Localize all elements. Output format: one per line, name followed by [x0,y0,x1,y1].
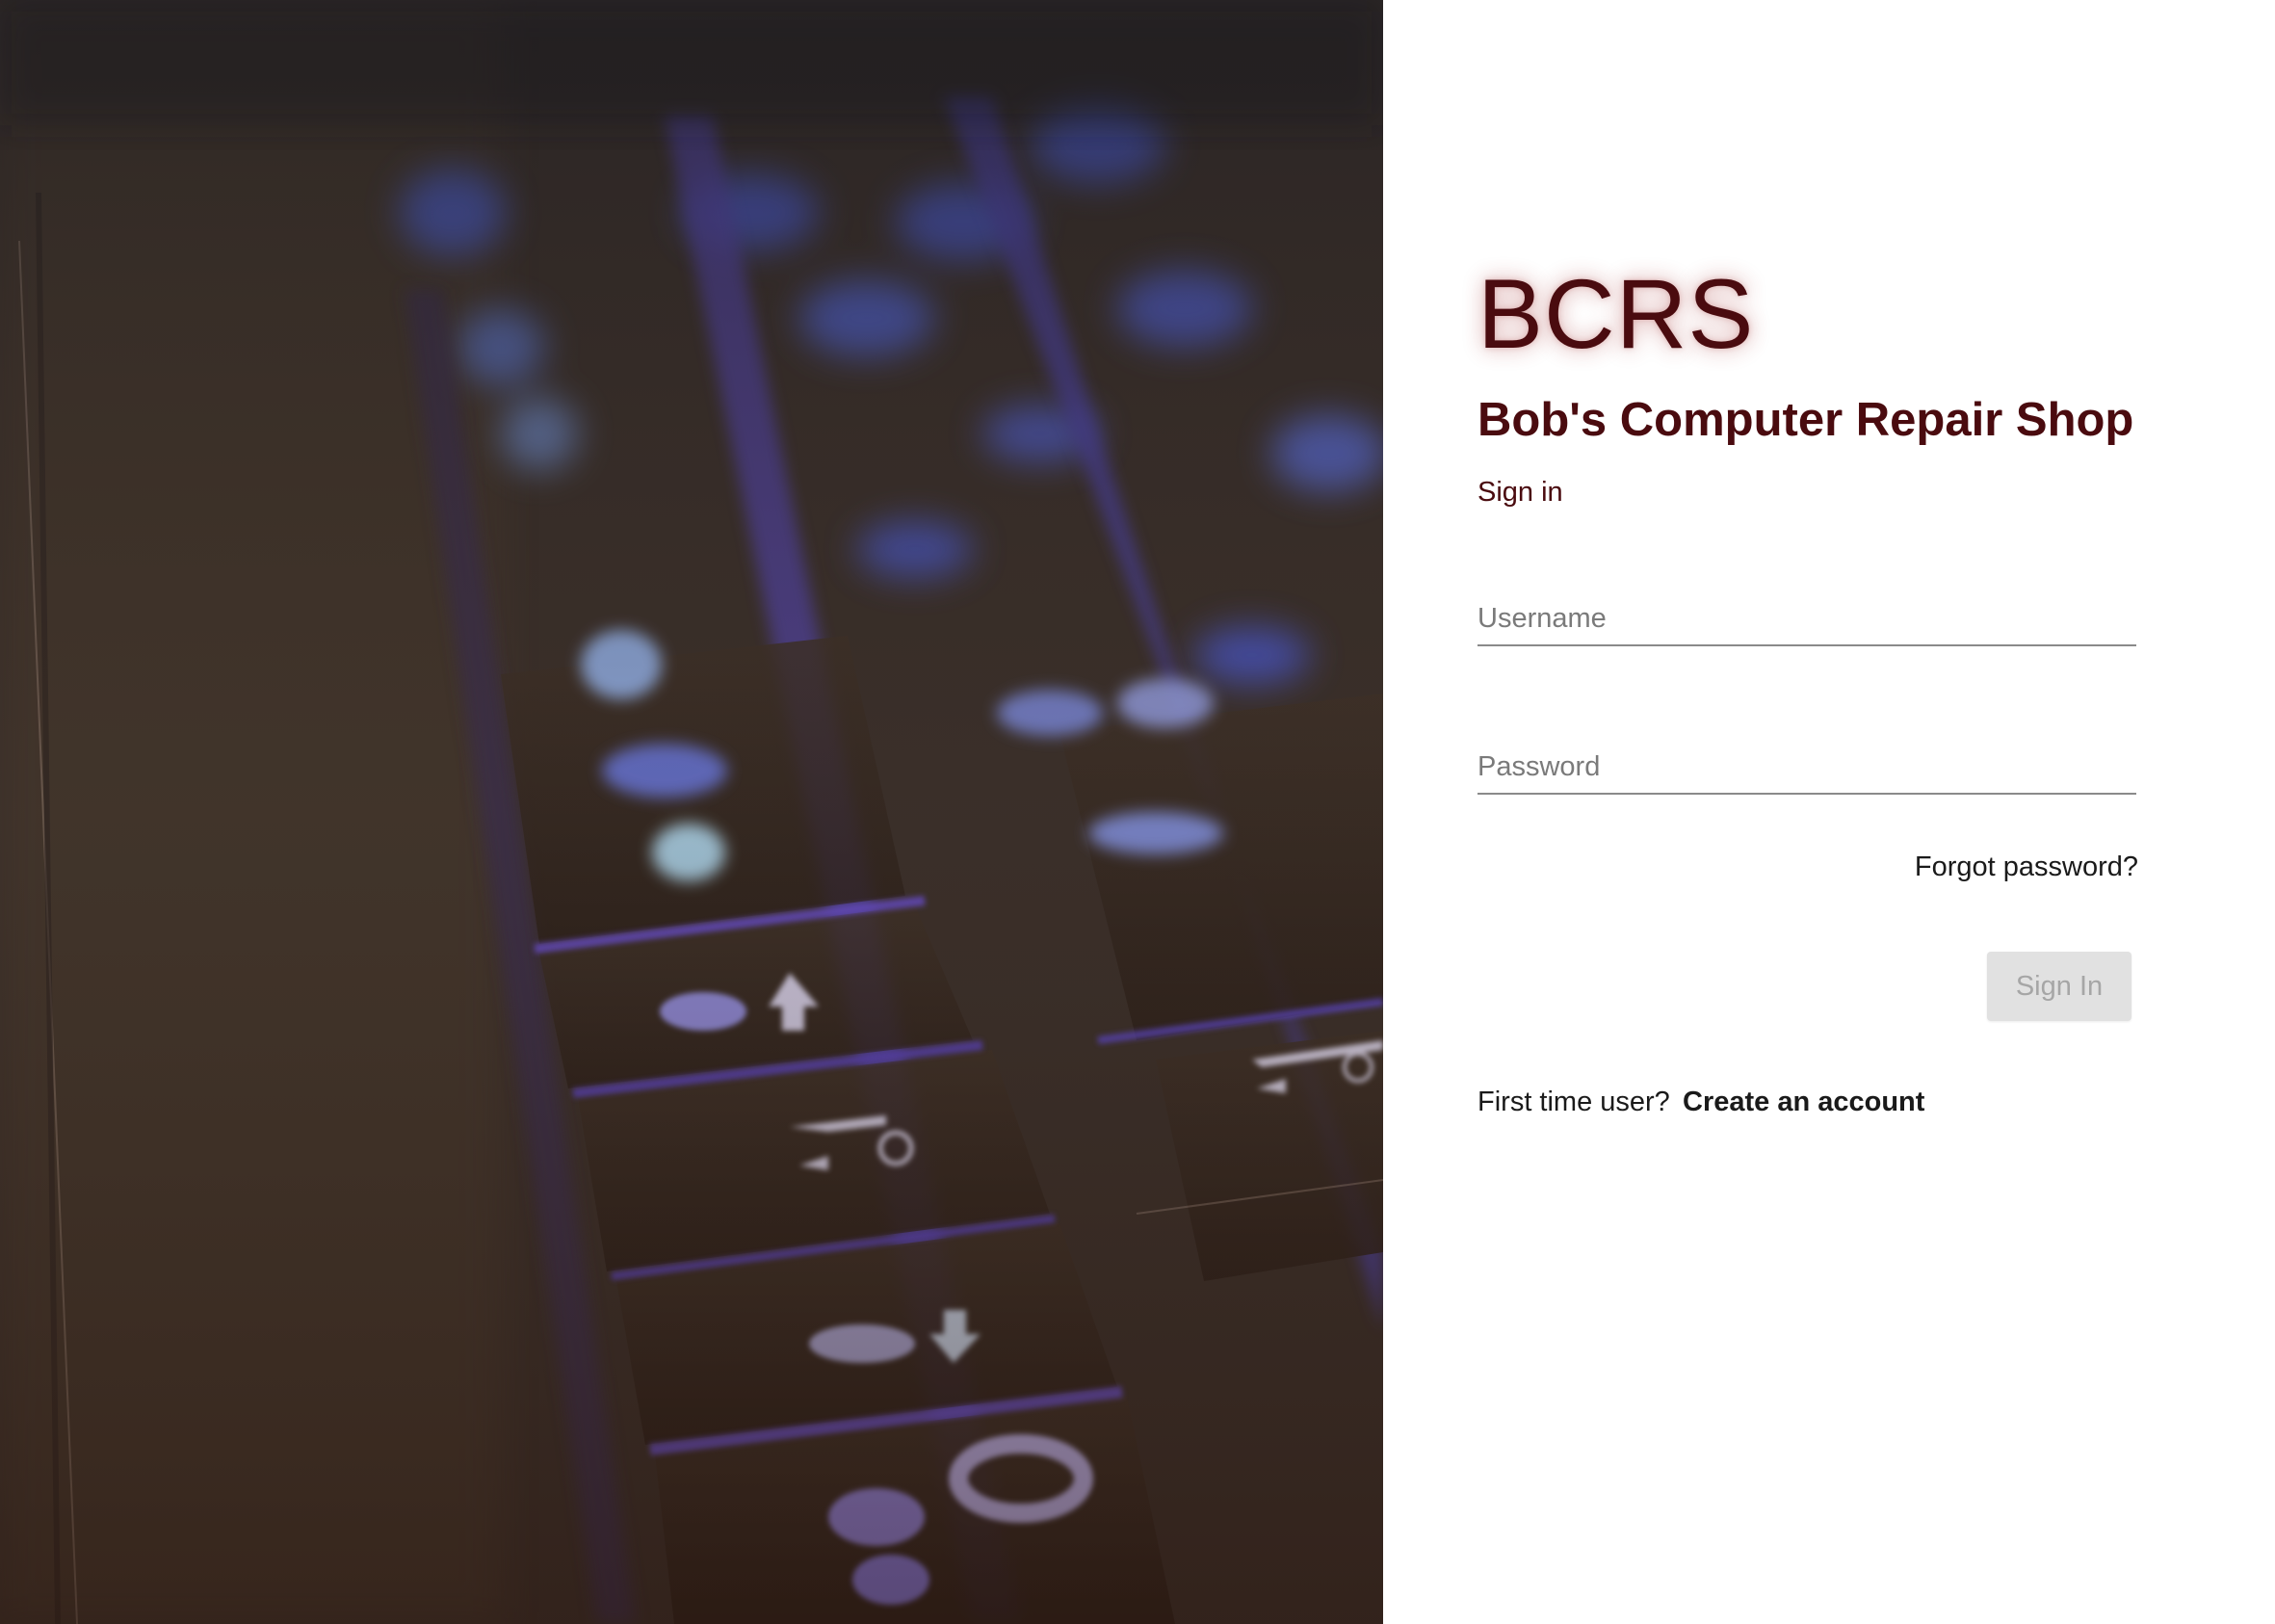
sign-in-panel: BCRS Bob's Computer Repair Shop Sign in … [1383,0,2275,1624]
forgot-password-link[interactable]: Forgot password? [1915,851,2138,883]
login-page: BCRS Bob's Computer Repair Shop Sign in … [0,0,2275,1624]
password-field [1477,751,2136,795]
first-time-user-label: First time user? [1477,1087,1670,1117]
create-account-link[interactable]: Create an account [1683,1087,1924,1118]
password-input[interactable] [1477,751,2136,793]
background-keyboard-image [0,0,1383,1624]
sign-in-button[interactable]: Sign In [1987,952,2131,1021]
brand-logo: BCRS [1477,259,1755,369]
sign-in-heading: Sign in [1477,477,1563,508]
username-input[interactable] [1477,603,2136,644]
shop-name-heading: Bob's Computer Repair Shop [1477,394,2134,446]
username-field [1477,603,2136,646]
